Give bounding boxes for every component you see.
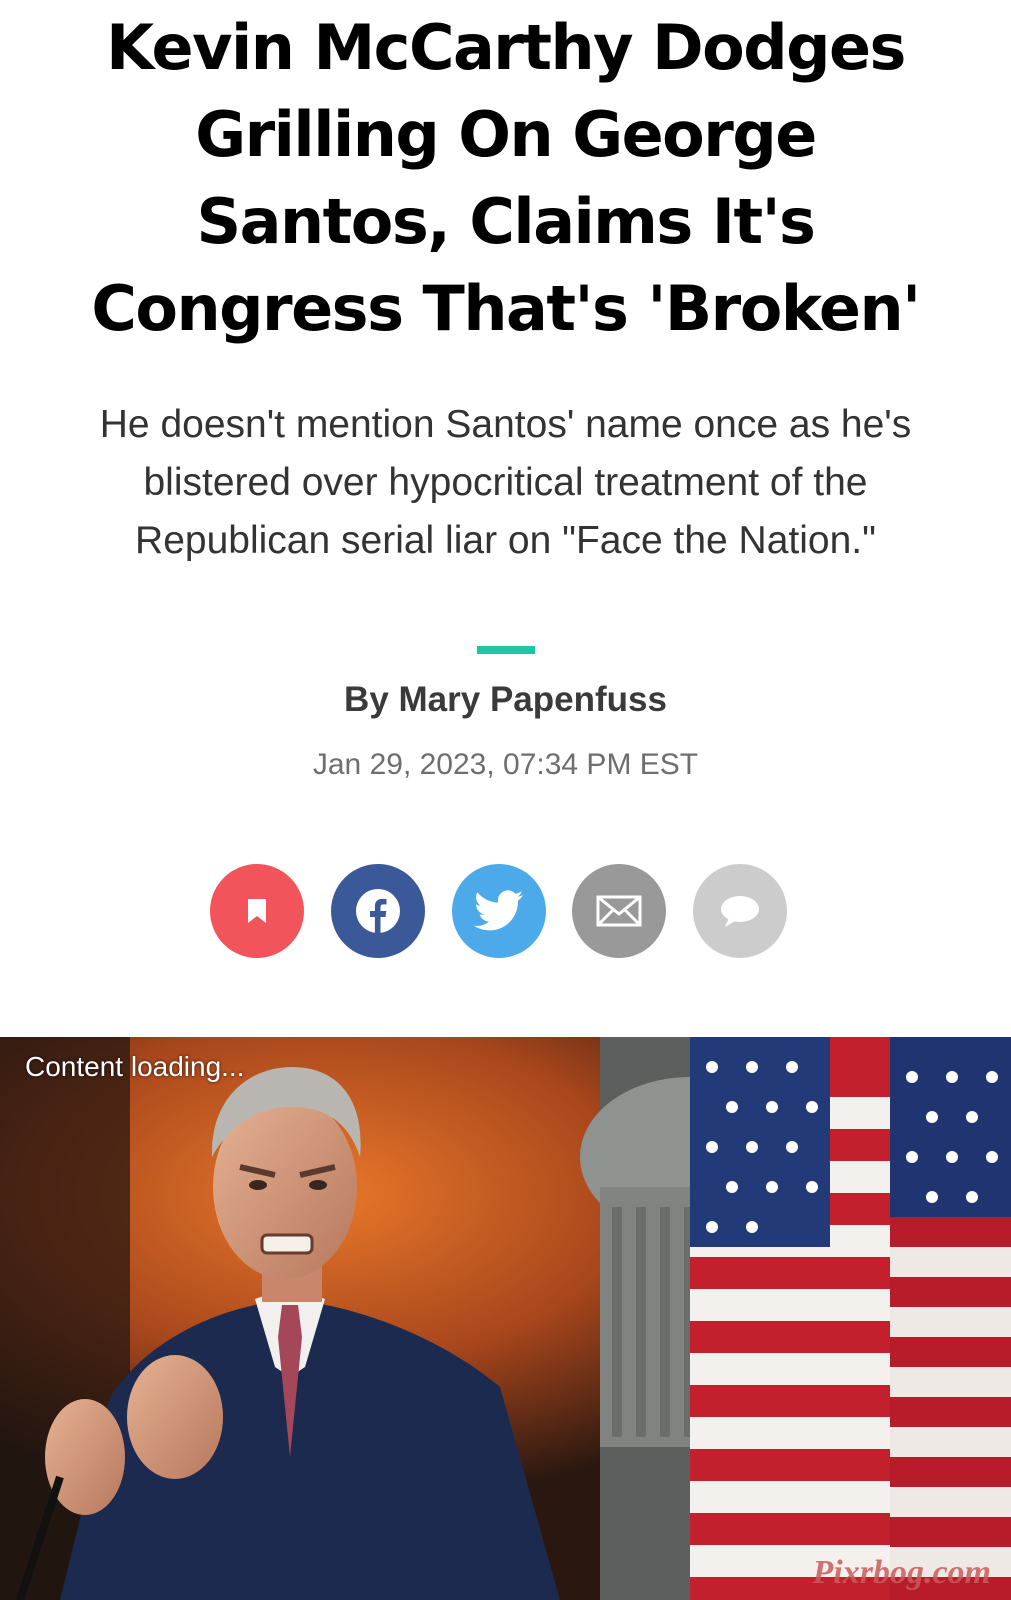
email-share-button[interactable]	[572, 864, 666, 958]
author-byline[interactable]: By Mary Papenfuss	[0, 680, 1011, 720]
content-loading-label: Content loading...	[25, 1051, 245, 1082]
publish-timestamp: Jan 29, 2023, 07:34 PM EST	[312, 748, 699, 781]
comment-button[interactable]	[693, 864, 787, 958]
email-icon	[596, 895, 642, 927]
article-headline: Kevin McCarthy Dodges Grilling On George…	[91, 11, 921, 345]
share-bar	[0, 864, 1011, 958]
twitter-icon	[474, 890, 524, 931]
bookmark-icon	[248, 899, 266, 923]
divider-rule	[477, 646, 535, 654]
comment-icon	[721, 896, 759, 927]
hero-photo	[0, 1037, 1011, 1600]
facebook-icon	[356, 889, 400, 933]
bookmark-button[interactable]	[210, 864, 304, 958]
hero-image[interactable]: Content loading... Pixrbog.com	[0, 1037, 1011, 1600]
article-dek: He doesn't mention Santos' name once as …	[99, 403, 912, 562]
facebook-share-button[interactable]	[331, 864, 425, 958]
twitter-share-button[interactable]	[452, 864, 546, 958]
watermark: Pixrbog.com	[812, 1554, 991, 1591]
